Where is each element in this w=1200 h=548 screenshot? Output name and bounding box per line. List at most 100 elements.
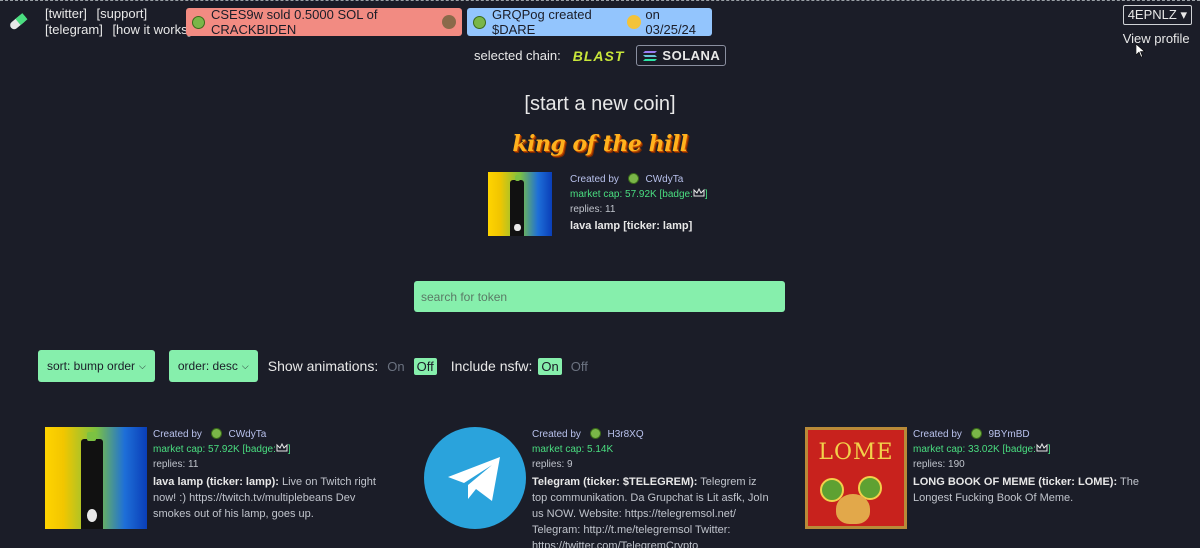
start-new-coin-link[interactable]: [start a new coin] (0, 93, 1200, 116)
crown-badge-icon (1036, 442, 1048, 452)
created-by-line: Created by CWdyTa (153, 427, 395, 442)
coin-title: Telegram (ticker: $TELEGREM): (532, 476, 698, 488)
animations-on-toggle[interactable]: On (384, 358, 407, 375)
coin-card[interactable]: Created by CWdyTa market cap: 57.92K [ba… (45, 427, 395, 529)
crown-badge-icon (693, 187, 705, 197)
telegram-link[interactable]: [telegram] (45, 22, 103, 37)
lava-lamp-image (488, 172, 552, 236)
start-new-coin-text: [start a new coin] (524, 93, 676, 115)
frog-avatar-icon (970, 428, 982, 439)
chevron-down-icon: ⌵ (241, 360, 249, 371)
support-link[interactable]: [support] (97, 6, 148, 21)
badge-label: [badge: (242, 444, 276, 455)
chevron-down-icon: ⌵ (139, 360, 146, 371)
nsfw-on-toggle[interactable]: On (538, 357, 562, 375)
created-activity-ticker[interactable]: GRQPog created $DARE on 03/25/24 (467, 7, 712, 37)
lome-book-image: LOME (805, 427, 907, 529)
coin-card-info: Created by 9BYmBD market cap: 33.02K [ba… (913, 427, 1155, 529)
mouse-cursor-icon (1136, 44, 1146, 58)
created-by-line: Created by H3r8XQ (532, 427, 774, 442)
twitter-link[interactable]: [twitter] (45, 6, 87, 21)
market-cap: market cap: 33.02K (913, 444, 1000, 455)
coin-description: Telegram (ticker: $TELEGREM): Telegrem i… (532, 474, 774, 548)
wallet-dropdown[interactable]: 4EPNLZ ▾ (1122, 5, 1192, 25)
replies-count: replies: 9 (532, 459, 573, 470)
badge-end: ] (287, 444, 291, 455)
lome-image-text: LOME (818, 440, 894, 465)
coin-title: lava lamp (ticker: lamp): (153, 476, 279, 488)
replies-count: replies: 190 (913, 459, 965, 470)
creator-name[interactable]: H3r8XQ (607, 429, 643, 440)
creator-name[interactable]: CWdyTa (228, 429, 266, 440)
frog-avatar-icon (210, 428, 222, 439)
chain-label: selected chain: (474, 48, 561, 63)
king-of-the-hill-text: king of the hill (512, 131, 688, 157)
market-cap: market cap: 5.14K (532, 444, 614, 455)
solana-label: SOLANA (662, 48, 721, 63)
market-cap-line: market cap: 57.92K [badge:] (570, 187, 708, 202)
badge-label: [badge: (659, 189, 693, 200)
search-input[interactable] (414, 281, 785, 312)
sold-ticker-text: CSES9w sold 0.5000 SOL of CRACKBIDEN (211, 7, 378, 37)
view-profile-link[interactable]: View profile (1123, 31, 1192, 46)
market-cap-line: market cap: 57.92K [badge:] (153, 442, 395, 457)
controls-bar: sort: bump order ⌵ order: desc ⌵ Show an… (38, 350, 591, 382)
chevron-down-icon: ▾ (1180, 7, 1187, 22)
profile-area: 4EPNLZ ▾ View profile (1122, 5, 1192, 46)
animations-off-toggle[interactable]: Off (413, 357, 437, 375)
order-dropdown[interactable]: order: desc ⌵ (168, 350, 258, 382)
show-animations-label: Show animations: (267, 358, 379, 374)
badge-label: [badge: (1002, 444, 1036, 455)
created-by-line: Created by CWdyTa (570, 172, 708, 187)
frog-avatar-icon (589, 428, 601, 439)
paper-plane-icon (448, 457, 500, 501)
telegram-logo-image (424, 427, 526, 529)
badge-end: ] (704, 189, 708, 200)
nsfw-off-toggle[interactable]: Off (568, 358, 591, 375)
solana-chain-option[interactable]: SOLANA (636, 45, 727, 66)
created-by-label: Created by (913, 429, 962, 440)
market-cap: market cap: 57.92K (570, 189, 657, 200)
badge: [badge:] (659, 187, 708, 200)
chain-selector: selected chain: BLAST SOLANA (474, 45, 727, 66)
frog-avatar-icon (192, 15, 205, 29)
coin-card[interactable]: Created by H3r8XQ market cap: 5.14K repl… (424, 427, 774, 548)
market-cap-line: market cap: 33.02K [badge:] (913, 442, 1155, 457)
creator-name[interactable]: CWdyTa (645, 174, 683, 185)
solana-icon (643, 50, 658, 61)
pill-logo-icon[interactable] (8, 12, 28, 32)
blast-chain-option[interactable]: BLAST (573, 48, 625, 64)
coin-title: lava lamp [ticker: lamp] (570, 220, 693, 232)
coin-thumbnail-icon (442, 15, 456, 29)
lava-lamp-image (45, 427, 147, 529)
replies-count: replies: 11 (153, 459, 199, 470)
frog-avatar-icon (473, 15, 486, 29)
created-by-label: Created by (532, 429, 581, 440)
king-of-the-hill-banner: king of the hill (0, 131, 1200, 157)
coin-card-info: Created by CWdyTa market cap: 57.92K [ba… (153, 427, 395, 529)
badge: [badge:] (1002, 442, 1051, 455)
coin-card[interactable]: LOME Created by 9BYmBD market cap: 33.02… (805, 427, 1155, 529)
created-by-line: Created by 9BYmBD (913, 427, 1155, 442)
top-nav-links: [twitter] [support] [telegram] [how it w… (45, 6, 197, 38)
created-by-label: Created by (570, 174, 619, 185)
badge: [badge:] (242, 442, 291, 455)
coin-thumbnail-icon (627, 15, 642, 29)
how-it-works-link[interactable]: [how it works] (112, 22, 191, 37)
frog-avatar-icon (627, 173, 639, 184)
sort-dropdown[interactable]: sort: bump order ⌵ (38, 350, 155, 382)
sort-label: sort: bump order (47, 359, 136, 373)
king-of-the-hill-coin[interactable]: Created by CWdyTa market cap: 57.92K [ba… (488, 172, 708, 236)
coin-title: LONG BOOK OF MEME (ticker: LOME): (913, 476, 1118, 488)
crown-badge-icon (276, 442, 288, 452)
coin-card-info: Created by H3r8XQ market cap: 5.14K repl… (532, 427, 774, 548)
wallet-address: 4EPNLZ (1127, 7, 1177, 22)
market-cap: market cap: 57.92K (153, 444, 240, 455)
created-ticker-date: on 03/25/24 (645, 7, 697, 37)
replies-count: replies: 11 (570, 204, 616, 215)
coin-description: lava lamp (ticker: lamp): Live on Twitch… (153, 474, 395, 522)
top-dashed-border (0, 0, 1200, 1)
sold-activity-ticker[interactable]: CSES9w sold 0.5000 SOL of CRACKBIDEN (186, 7, 462, 37)
include-nsfw-label: Include nsfw: (450, 358, 533, 374)
creator-name[interactable]: 9BYmBD (988, 429, 1029, 440)
